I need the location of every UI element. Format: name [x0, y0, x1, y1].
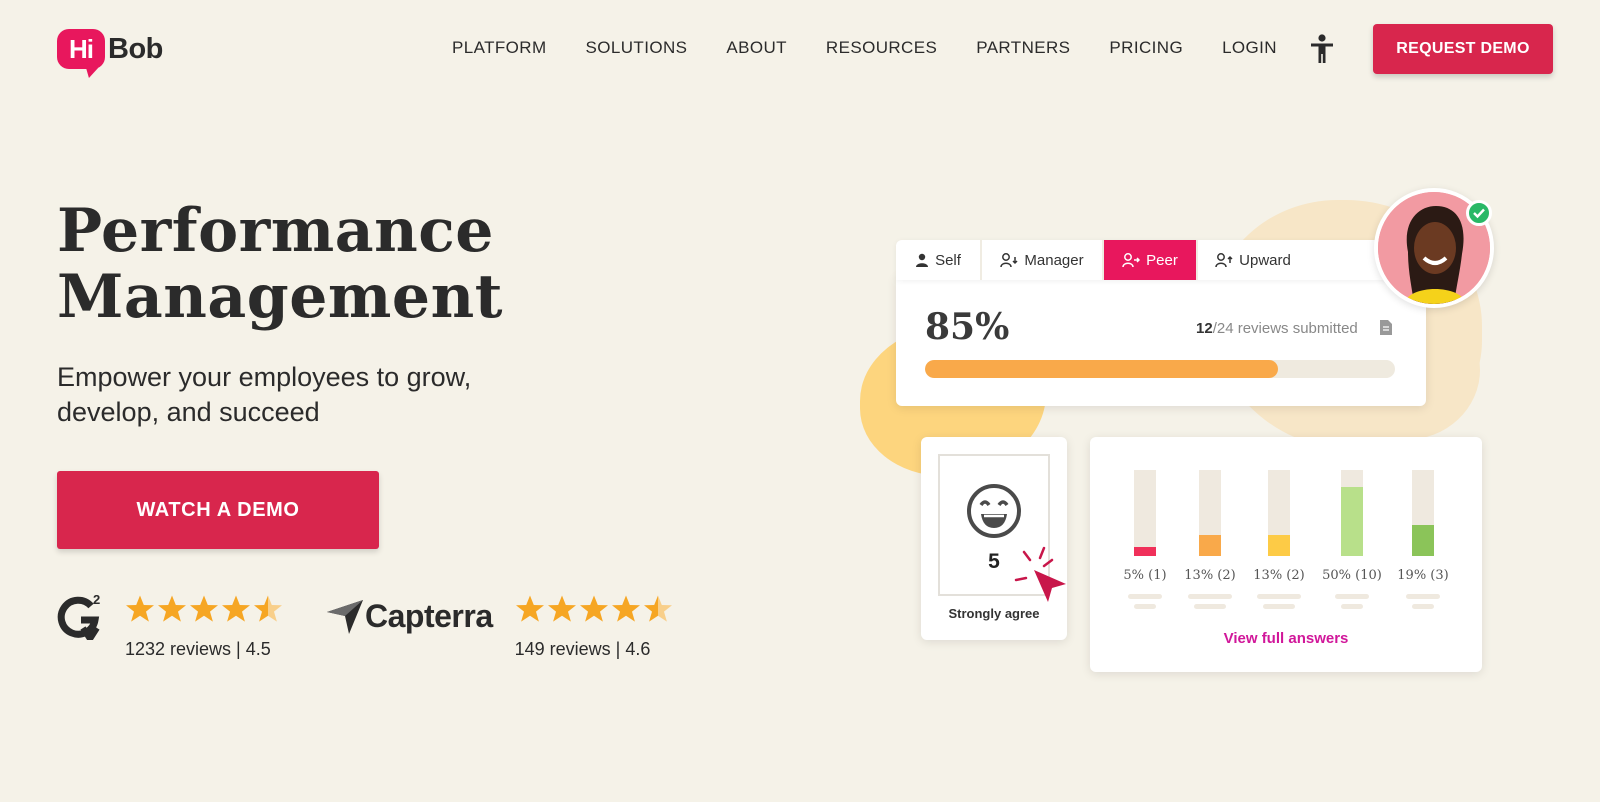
nav-partners[interactable]: PARTNERS	[976, 38, 1070, 58]
star-icon	[515, 594, 547, 629]
page-title: Performance Management	[57, 198, 617, 330]
view-full-answers-link[interactable]: View full answers	[1090, 630, 1482, 647]
tab-upward[interactable]: Upward	[1198, 240, 1308, 280]
capterra-logo: Capterra	[327, 598, 493, 635]
answer-bar-label: 50% (10)	[1322, 568, 1382, 583]
hibob-logo[interactable]: Hi Bob	[57, 26, 163, 72]
svg-text:2: 2	[93, 594, 100, 607]
tab-manager-label: Manager	[1024, 251, 1084, 269]
star-icon	[157, 594, 189, 629]
answer-bar-fill	[1341, 487, 1363, 556]
cursor-click-icon	[1014, 546, 1066, 602]
main-nav: PLATFORM SOLUTIONS ABOUT RESOURCES PARTN…	[452, 38, 1277, 58]
nav-resources[interactable]: RESOURCES	[826, 38, 937, 58]
score-label: Strongly agree	[948, 606, 1040, 621]
document-icon	[1380, 320, 1392, 335]
placeholder-line	[1406, 594, 1440, 599]
placeholder-line	[1257, 594, 1301, 599]
star-icon	[253, 594, 285, 629]
capterra-rating-text: 149 reviews | 4.6	[514, 639, 651, 659]
tab-upward-label: Upward	[1239, 251, 1291, 269]
answer-bar	[1199, 470, 1221, 556]
submitted-rest: /24 reviews submitted	[1212, 320, 1358, 337]
accessibility-person-icon[interactable]	[1308, 33, 1336, 65]
title-line-2: Management	[57, 262, 503, 332]
completion-percent: 85%	[925, 306, 1010, 348]
nav-solutions[interactable]: SOLUTIONS	[586, 38, 688, 58]
g2-stars	[125, 594, 285, 629]
tab-self-label: Self	[935, 251, 961, 269]
check-badge-icon	[1466, 200, 1492, 226]
star-icon	[189, 594, 221, 629]
answer-bar-fill	[1268, 535, 1290, 556]
placeholder-line	[1128, 594, 1162, 599]
nav-pricing[interactable]: PRICING	[1109, 38, 1183, 58]
capterra-rating: Capterra 149 reviews | 4.6	[327, 594, 675, 660]
answer-bar-fill	[1412, 525, 1434, 556]
watch-demo-button[interactable]: WATCH A DEMO	[57, 471, 379, 549]
answer-bar-label: 19% (3)	[1397, 568, 1449, 583]
placeholder-line	[1341, 604, 1363, 609]
subtitle-line-2: develop, and succeed	[57, 397, 320, 427]
answer-bar-label: 5% (1)	[1123, 568, 1167, 583]
tab-peer[interactable]: Peer	[1104, 240, 1198, 280]
person-down-icon	[1000, 253, 1018, 267]
placeholder-line	[1194, 604, 1226, 609]
person-arrow-icon	[1122, 253, 1141, 267]
nav-login[interactable]: LOGIN	[1222, 38, 1277, 58]
review-type-tabs: Self Manager Peer Upward	[896, 240, 1426, 280]
placeholder-line	[1263, 604, 1295, 609]
capterra-stars	[515, 594, 675, 629]
nav-about[interactable]: ABOUT	[726, 38, 787, 58]
answer-bar	[1134, 470, 1156, 556]
nav-platform[interactable]: PLATFORM	[452, 38, 547, 58]
answer-bar-fill	[1199, 535, 1221, 556]
capterra-text: Capterra	[365, 598, 493, 634]
answer-bar	[1268, 470, 1290, 556]
star-icon	[579, 594, 611, 629]
review-progress-bar	[925, 360, 1395, 378]
answer-bar	[1412, 470, 1434, 556]
tab-manager[interactable]: Manager	[982, 240, 1104, 280]
capterra-logo-icon	[327, 599, 363, 634]
reviews-submitted: 12/24 reviews submitted	[1196, 320, 1358, 337]
person-icon	[916, 253, 929, 267]
placeholder-line	[1335, 594, 1369, 599]
tab-self[interactable]: Self	[896, 240, 982, 280]
logo-bubble: Hi	[57, 29, 105, 69]
answer-bar-fill	[1134, 547, 1156, 556]
request-demo-button[interactable]: REQUEST DEMO	[1373, 24, 1553, 74]
laughing-face-icon	[967, 484, 1021, 538]
answer-bar-label: 13% (2)	[1253, 568, 1305, 583]
star-icon	[221, 594, 253, 629]
placeholder-line	[1134, 604, 1156, 609]
review-progress-fill	[925, 360, 1278, 378]
answer-bar-label: 13% (2)	[1184, 568, 1236, 583]
logo-text: Bob	[108, 32, 163, 65]
answer-bar	[1341, 470, 1363, 556]
g2-rating-text: 1232 reviews | 4.5	[125, 639, 271, 659]
person-up-icon	[1215, 253, 1233, 267]
g2-rating: 2 1232 reviews | 4.5	[57, 592, 285, 660]
g2-logo-icon: 2	[57, 592, 103, 645]
star-icon	[611, 594, 643, 629]
placeholder-line	[1188, 594, 1232, 599]
placeholder-line	[1412, 604, 1434, 609]
star-icon	[125, 594, 157, 629]
star-icon	[547, 594, 579, 629]
star-icon	[643, 594, 675, 629]
page-subtitle: Empower your employees to grow, develop,…	[57, 360, 577, 430]
subtitle-line-1: Empower your employees to grow,	[57, 362, 472, 392]
submitted-count: 12	[1196, 320, 1213, 337]
tab-peer-label: Peer	[1146, 251, 1178, 269]
title-line-1: Performance	[57, 196, 494, 266]
